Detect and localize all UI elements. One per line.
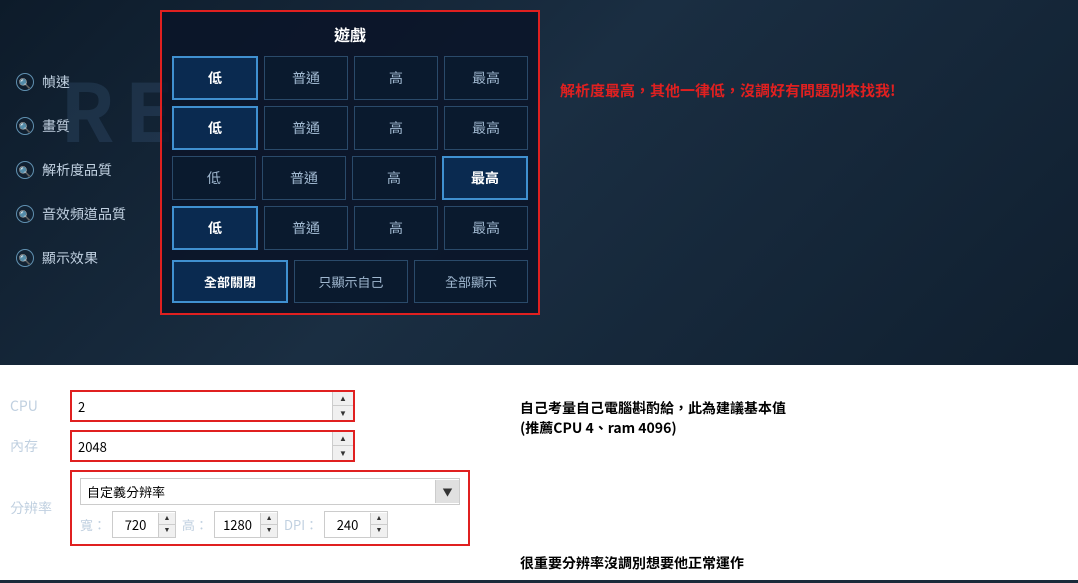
height-increment-btn[interactable]: ▲ xyxy=(261,513,277,525)
res-quality-high-btn[interactable]: 高 xyxy=(352,156,436,200)
quality-row: 低 普通 高 最高 xyxy=(172,106,528,150)
cpu-input-wrap: ▲ ▼ xyxy=(70,390,355,422)
sidebar-item-audio-quality[interactable]: 🔍 音效頻道品質 xyxy=(0,192,160,236)
dpi-decrement-btn[interactable]: ▼ xyxy=(371,525,387,537)
cpu-label: CPU xyxy=(10,396,70,416)
framerate-max-btn[interactable]: 最高 xyxy=(444,56,528,100)
height-label: 高： xyxy=(182,515,208,534)
res-quality-normal-btn[interactable]: 普通 xyxy=(262,156,346,200)
res-quality-max-btn[interactable]: 最高 xyxy=(442,156,528,200)
audio-high-btn[interactable]: 高 xyxy=(354,206,438,250)
width-label: 寬： xyxy=(80,515,106,534)
height-field-wrap: ▲ ▼ xyxy=(214,511,278,538)
memory-input[interactable] xyxy=(72,434,332,459)
quality-max-btn[interactable]: 最高 xyxy=(444,106,528,150)
display-self-only-btn[interactable]: 只顯示自己 xyxy=(294,260,408,303)
cpu-field-row: CPU ▲ ▼ xyxy=(10,390,470,422)
framerate-row: 低 普通 高 最高 xyxy=(172,56,528,100)
res-quality-low-btn[interactable]: 低 xyxy=(172,156,256,200)
height-input[interactable] xyxy=(215,512,260,537)
height-decrement-btn[interactable]: ▼ xyxy=(261,525,277,537)
memory-input-wrap: ▲ ▼ xyxy=(70,430,355,462)
audio-normal-btn[interactable]: 普通 xyxy=(264,206,348,250)
dpi-label: DPI： xyxy=(284,515,318,534)
width-spinner: ▲ ▼ xyxy=(158,513,175,537)
resolution-box: 自定義分辨率 ▼ 寬： ▲ ▼ xyxy=(70,470,470,546)
dpi-spinner: ▲ ▼ xyxy=(370,513,387,537)
resolution-quality-btn-group: 低 普通 高 最高 xyxy=(172,156,528,200)
sidebar-item-framerate[interactable]: 🔍 幀速 xyxy=(0,60,160,104)
comment-res: 很重要分辨率沒調別想要他正常運作 xyxy=(500,493,1058,573)
sidebar-label-framerate: 幀速 xyxy=(42,72,70,92)
sidebar-item-quality[interactable]: 🔍 畫質 xyxy=(0,104,160,148)
dpi-input[interactable] xyxy=(325,512,370,537)
cpu-input[interactable] xyxy=(72,394,332,419)
search-icon-quality: 🔍 xyxy=(16,117,34,135)
cpu-increment-btn[interactable]: ▲ xyxy=(333,392,353,406)
game-settings-panel: 遊戲 低 普通 高 最高 低 普通 高 最高 低 普通 高 xyxy=(160,10,540,315)
audio-quality-row: 低 普通 高 最高 xyxy=(172,206,528,250)
sidebar-label-display-effects: 顯示效果 xyxy=(42,248,98,268)
quality-btn-group: 低 普通 高 最高 xyxy=(172,106,528,150)
display-all-off-btn[interactable]: 全部關閉 xyxy=(172,260,288,303)
framerate-normal-btn[interactable]: 普通 xyxy=(264,56,348,100)
quality-low-btn[interactable]: 低 xyxy=(172,106,258,150)
memory-decrement-btn[interactable]: ▼ xyxy=(333,446,353,460)
sidebar: 🔍 幀速 🔍 畫質 🔍 解析度品質 🔍 音效頻道品質 🔍 顯示效果 xyxy=(0,60,160,280)
audio-low-btn[interactable]: 低 xyxy=(172,206,258,250)
cpu-spinner: ▲ ▼ xyxy=(332,392,353,420)
memory-label: 內存 xyxy=(10,436,70,456)
game-panel-title: 遊戲 xyxy=(172,22,528,46)
sidebar-label-resolution-quality: 解析度品質 xyxy=(42,160,112,180)
search-icon-display-effects: 🔍 xyxy=(16,249,34,267)
height-spinner: ▲ ▼ xyxy=(260,513,277,537)
comment-cpu: 自己考量自己電腦斟酌給，此為建議基本值 (推薦CPU 4、ram 4096) xyxy=(500,390,1058,438)
audio-quality-btn-group: 低 普通 高 最高 xyxy=(172,206,528,250)
resolution-select[interactable]: 自定義分辨率 xyxy=(81,479,435,504)
width-increment-btn[interactable]: ▲ xyxy=(159,513,175,525)
memory-field-row: 內存 ▲ ▼ xyxy=(10,430,470,462)
search-icon-resolution-quality: 🔍 xyxy=(16,161,34,179)
resolution-section: 分辨率 自定義分辨率 ▼ 寬： xyxy=(10,470,470,546)
width-input[interactable] xyxy=(113,512,158,537)
width-decrement-btn[interactable]: ▼ xyxy=(159,525,175,537)
search-icon-audio-quality: 🔍 xyxy=(16,205,34,223)
quality-high-btn[interactable]: 高 xyxy=(354,106,438,150)
cpu-decrement-btn[interactable]: ▼ xyxy=(333,406,353,420)
dpi-increment-btn[interactable]: ▲ xyxy=(371,513,387,525)
memory-increment-btn[interactable]: ▲ xyxy=(333,432,353,446)
resolution-label: 分辨率 xyxy=(10,498,70,518)
comment-top: 解析度最高，其他一律低，沒調好有問題別來找我! xyxy=(560,80,896,101)
resolution-select-wrap: 自定義分辨率 ▼ xyxy=(80,478,460,505)
framerate-btn-group: 低 普通 高 最高 xyxy=(172,56,528,100)
framerate-high-btn[interactable]: 高 xyxy=(354,56,438,100)
dpi-field-wrap: ▲ ▼ xyxy=(324,511,388,538)
bottom-left: CPU ▲ ▼ 內存 ▲ ▼ 分辨率 xyxy=(0,380,480,583)
bottom-section: CPU ▲ ▼ 內存 ▲ ▼ 分辨率 xyxy=(0,380,1078,583)
resolution-label-row: 分辨率 自定義分辨率 ▼ 寬： xyxy=(10,470,470,546)
framerate-low-btn[interactable]: 低 xyxy=(172,56,258,100)
resolution-quality-row: 低 普通 高 最高 xyxy=(172,156,528,200)
select-arrow-icon: ▼ xyxy=(435,480,459,503)
width-field-wrap: ▲ ▼ xyxy=(112,511,176,538)
display-all-show-btn[interactable]: 全部顯示 xyxy=(414,260,528,303)
memory-spinner: ▲ ▼ xyxy=(332,432,353,460)
settings-grid: 低 普通 高 最高 低 普通 高 最高 低 普通 高 最高 xyxy=(172,56,528,303)
search-icon-framerate: 🔍 xyxy=(16,73,34,91)
sidebar-item-display-effects[interactable]: 🔍 顯示效果 xyxy=(0,236,160,280)
quality-normal-btn[interactable]: 普通 xyxy=(264,106,348,150)
bottom-right-comments: 自己考量自己電腦斟酌給，此為建議基本值 (推薦CPU 4、ram 4096) 很… xyxy=(480,380,1078,583)
sidebar-item-resolution-quality[interactable]: 🔍 解析度品質 xyxy=(0,148,160,192)
display-row: 全部關閉 只顯示自己 全部顯示 xyxy=(172,260,528,303)
resolution-dims: 寬： ▲ ▼ 高： ▲ xyxy=(80,511,460,538)
sidebar-label-audio-quality: 音效頻道品質 xyxy=(42,204,126,224)
sidebar-label-quality: 畫質 xyxy=(42,116,70,136)
audio-max-btn[interactable]: 最高 xyxy=(444,206,528,250)
